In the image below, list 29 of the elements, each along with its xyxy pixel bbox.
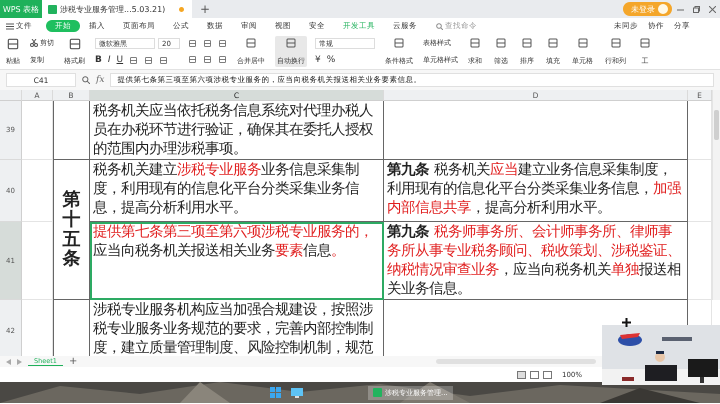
table-cell: 提供第七条第三项至第六项涉税专业服务的， 应当向税务机关报送相关业务要素信息。 — [90, 222, 384, 300]
start-icon[interactable] — [270, 387, 281, 398]
merged-cell: 第十五条 — [62, 190, 80, 270]
document-tab[interactable]: 涉税专业服务管理...5.03.21) — [42, 0, 192, 18]
function-button[interactable]: fx — [96, 75, 104, 85]
bold-button[interactable]: B — [95, 55, 102, 65]
add-sheet-button[interactable]: + — [68, 356, 78, 367]
italic-button[interactable]: I — [108, 55, 111, 65]
close-icon[interactable] — [708, 6, 716, 12]
empty-cell — [688, 160, 712, 222]
zoom-icon[interactable] — [82, 76, 90, 84]
menu-icon[interactable] — [6, 22, 14, 30]
number-format-button[interactable]: ¥ — [315, 55, 321, 65]
restore-icon[interactable] — [692, 6, 700, 12]
vertical-scrollbar[interactable] — [712, 90, 720, 300]
new-tab-button[interactable]: + — [192, 0, 218, 18]
crosshair-cursor-icon — [622, 318, 631, 327]
table-cell: 税务机关应当依托税务信息系统对代理办税人员在办税环节进行验证，确保其在委托人授权的范围内办理涉税事项。 — [90, 101, 384, 160]
table-cell: 第九条 税务机关应当建立业务信息采集制度，利用现有的信息化平台分类采集业务信息，加强内部信息共享，提高分析利用水平。 — [384, 160, 688, 222]
search-icon — [436, 22, 443, 30]
page-break-view-button[interactable] — [542, 370, 552, 378]
empty-cell — [22, 160, 53, 222]
page-view-button[interactable] — [530, 370, 539, 378]
table-cell: 税务机关建立涉税专业服务业务信息采集制度，利用现有的信息化平台分类采集业务信息，提高分析利用水平。 — [90, 160, 384, 222]
normal-view-button[interactable] — [516, 370, 526, 378]
underline-button[interactable]: U — [116, 55, 124, 65]
number-format-button[interactable]: % — [326, 55, 336, 65]
scissors-icon — [30, 39, 38, 48]
table-cell: 第九条 税务师事务所、会计师事务所、律师事务所从事专业税务顾问、税收策划、涉税鉴证、纳税情况审查业务，应当向税务机关单独报送相关业务信息。 — [384, 222, 688, 300]
